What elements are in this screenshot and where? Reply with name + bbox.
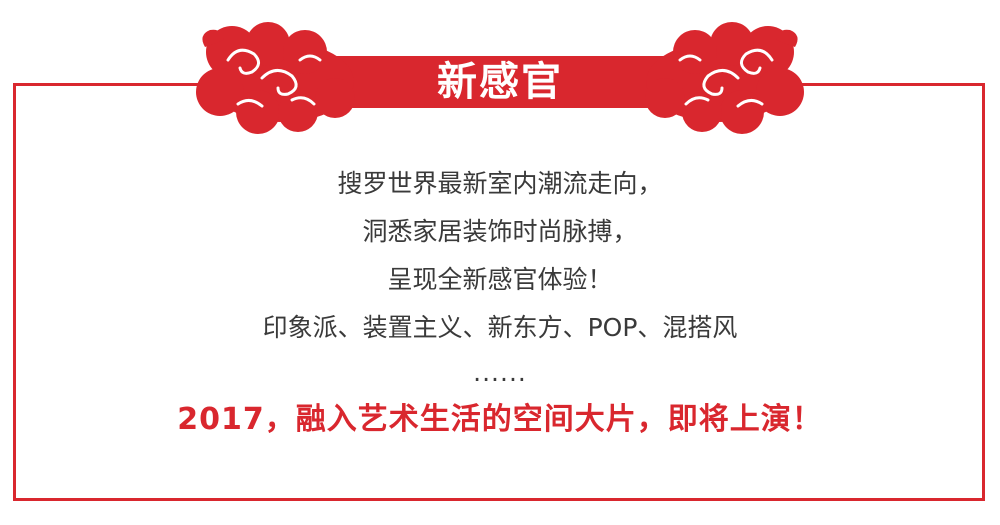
description-line-4: 印象派、装置主义、新东方、POP、混搭风 xyxy=(262,313,738,342)
description-line-3: 呈现全新感官体验！ xyxy=(387,265,613,294)
description-line-1: 搜罗世界最新室内潮流走向， xyxy=(337,169,663,198)
description-line-2: 洞悉家居装饰时尚脉搏， xyxy=(362,217,638,246)
description-ellipsis: ...... xyxy=(473,358,527,387)
highlight-line: 2017，融入艺术生活的空间大片，即将上演！ xyxy=(177,402,823,437)
title-banner: 新感官 xyxy=(0,0,1000,140)
cloud-ornament-right-icon xyxy=(645,22,804,134)
page-title: 新感官 xyxy=(437,59,563,105)
description-block: 搜罗世界最新室内潮流走向， 洞悉家居装饰时尚脉搏， 呈现全新感官体验！ 印象派、… xyxy=(0,160,1000,446)
cloud-ornament-left-icon xyxy=(196,22,355,134)
